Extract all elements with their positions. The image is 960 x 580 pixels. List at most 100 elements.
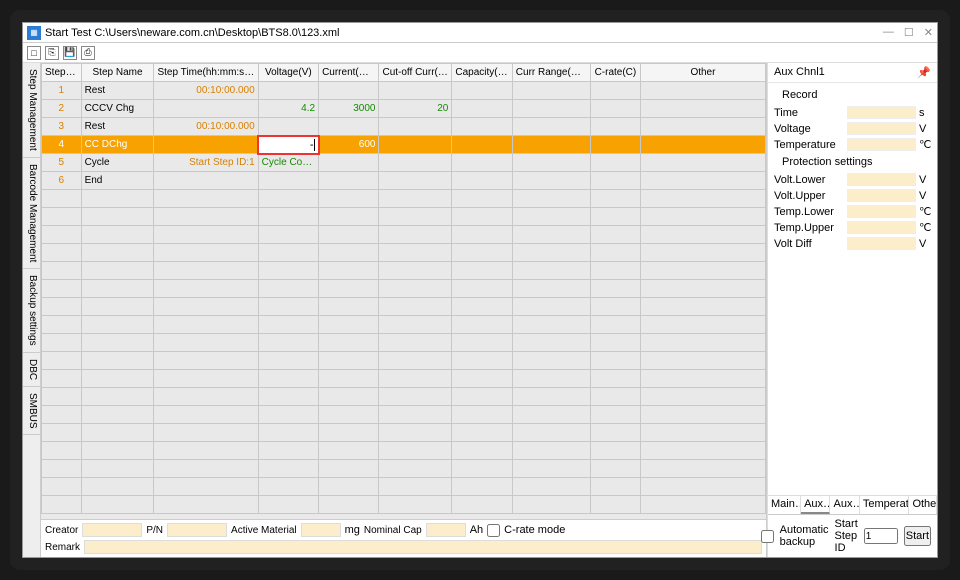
- aux-row: Volt.LowerV: [774, 173, 931, 186]
- aux-tabs: Main…Aux…Aux…Temperat…Other: [768, 495, 937, 514]
- aux-input[interactable]: [847, 221, 916, 234]
- table-row[interactable]: [42, 280, 766, 298]
- table-row[interactable]: [42, 334, 766, 352]
- col-header[interactable]: C-rate(C): [590, 64, 640, 82]
- window-title: Start Test C:\Users\neware.com.cn\Deskto…: [45, 27, 883, 39]
- crate-mode-label: C-rate mode: [504, 524, 565, 536]
- table-row[interactable]: [42, 352, 766, 370]
- side-tab-1[interactable]: Barcode Management: [23, 158, 40, 269]
- side-tab-0[interactable]: Step Management: [23, 63, 40, 158]
- aux-row: Volt DiffV: [774, 237, 931, 250]
- pn-input[interactable]: [167, 523, 227, 537]
- table-row[interactable]: [42, 442, 766, 460]
- creator-input[interactable]: [82, 523, 142, 537]
- table-row[interactable]: [42, 316, 766, 334]
- col-header[interactable]: Step ID: [42, 64, 82, 82]
- side-tabs: Step ManagementBarcode ManagementBackup …: [23, 63, 41, 557]
- side-tab-4[interactable]: SMBUS: [23, 387, 40, 436]
- table-row[interactable]: [42, 208, 766, 226]
- save-file-icon[interactable]: 💾: [63, 46, 77, 60]
- table-row[interactable]: [42, 406, 766, 424]
- table-row[interactable]: [42, 262, 766, 280]
- table-row[interactable]: [42, 190, 766, 208]
- table-row[interactable]: 4CC DChg-600: [42, 136, 766, 154]
- ah-unit: Ah: [470, 524, 483, 536]
- start-button[interactable]: Start: [904, 526, 931, 546]
- aux-row: Times: [774, 106, 931, 119]
- aux-heading: Record: [774, 87, 931, 103]
- auto-backup-checkbox[interactable]: [761, 530, 774, 543]
- table-row[interactable]: 1Rest00:10:00.000: [42, 82, 766, 100]
- save-as-icon[interactable]: ⎙: [81, 46, 95, 60]
- table-row[interactable]: [42, 226, 766, 244]
- nominal-cap-input[interactable]: [426, 523, 466, 537]
- col-header[interactable]: Step Time(hh:mm:ss.ms): [154, 64, 258, 82]
- mg-unit: mg: [345, 524, 360, 536]
- aux-row: Temp.Upper℃: [774, 221, 931, 234]
- side-tab-2[interactable]: Backup settings: [23, 269, 40, 353]
- right-footer: Automatic backup Start Step ID Start: [768, 514, 937, 557]
- table-row[interactable]: [42, 298, 766, 316]
- start-step-id-input[interactable]: [864, 528, 898, 544]
- minimize-button[interactable]: —: [883, 26, 894, 39]
- start-step-id-label: Start Step ID: [835, 518, 858, 554]
- creator-label: Creator: [45, 525, 78, 536]
- table-row[interactable]: 5CycleStart Step ID:1Cycle Count:500: [42, 154, 766, 172]
- active-material-label: Active Material: [231, 525, 297, 536]
- table-row[interactable]: [42, 460, 766, 478]
- pin-icon[interactable]: 📌: [917, 66, 931, 79]
- aux-input[interactable]: [847, 189, 916, 202]
- side-tab-3[interactable]: DBC: [23, 353, 40, 387]
- remark-label: Remark: [45, 542, 80, 553]
- aux-tab[interactable]: Aux…: [801, 496, 830, 514]
- remark-input[interactable]: [84, 540, 762, 554]
- aux-input[interactable]: [847, 122, 916, 135]
- table-row[interactable]: [42, 388, 766, 406]
- aux-row: VoltageV: [774, 122, 931, 135]
- auto-backup-label: Automatic backup: [780, 524, 829, 548]
- table-row[interactable]: 2CCCV Chg4.2300020: [42, 100, 766, 118]
- col-header[interactable]: Voltage(V): [258, 64, 318, 82]
- aux-tab[interactable]: Temperat…: [860, 496, 910, 514]
- aux-tab[interactable]: Main…: [768, 496, 801, 514]
- table-row[interactable]: [42, 496, 766, 514]
- aux-input[interactable]: [847, 173, 916, 186]
- step-grid[interactable]: Step IDStep NameStep Time(hh:mm:ss.ms)Vo…: [41, 63, 766, 519]
- table-row[interactable]: 3Rest00:10:00.000: [42, 118, 766, 136]
- crate-mode-checkbox[interactable]: [487, 524, 500, 537]
- aux-row: Volt.UpperV: [774, 189, 931, 202]
- table-row[interactable]: [42, 244, 766, 262]
- aux-row: Temp.Lower℃: [774, 205, 931, 218]
- aux-title: Aux Chnl1: [774, 66, 825, 79]
- table-row[interactable]: [42, 478, 766, 496]
- aux-input[interactable]: [847, 205, 916, 218]
- aux-panel: Aux Chnl1 📌 Record Times VoltageV Temperatu…: [767, 63, 937, 557]
- aux-input[interactable]: [847, 237, 916, 250]
- titlebar: ▦ Start Test C:\Users\neware.com.cn\Desk…: [23, 23, 937, 43]
- app-window: ▦ Start Test C:\Users\neware.com.cn\Desk…: [22, 22, 938, 558]
- col-header[interactable]: Cut-off Curr(mA): [379, 64, 452, 82]
- col-header[interactable]: Current(mA): [319, 64, 379, 82]
- col-header[interactable]: Step Name: [81, 64, 154, 82]
- table-row[interactable]: [42, 370, 766, 388]
- maximize-button[interactable]: ☐: [904, 26, 914, 39]
- toolbar: □ ⎘ 💾 ⎙: [23, 43, 937, 63]
- pn-label: P/N: [146, 525, 163, 536]
- col-header[interactable]: Curr Range(mA): [512, 64, 590, 82]
- bottom-form: Creator P/N Active Material mg Nominal C…: [41, 519, 766, 557]
- open-file-icon[interactable]: ⎘: [45, 46, 59, 60]
- table-row[interactable]: [42, 424, 766, 442]
- app-icon: ▦: [27, 26, 41, 40]
- aux-input[interactable]: [847, 106, 916, 119]
- table-row[interactable]: 6End: [42, 172, 766, 190]
- aux-tab[interactable]: Aux…: [830, 496, 859, 514]
- col-header[interactable]: Other: [640, 64, 765, 82]
- new-file-icon[interactable]: □: [27, 46, 41, 60]
- aux-row: Temperature℃: [774, 138, 931, 151]
- close-button[interactable]: ✕: [924, 26, 933, 39]
- active-material-input[interactable]: [301, 523, 341, 537]
- aux-input[interactable]: [847, 138, 916, 151]
- aux-tab[interactable]: Other: [909, 496, 937, 514]
- col-header[interactable]: Capacity(Ah): [452, 64, 512, 82]
- nominal-cap-label: Nominal Cap: [364, 525, 422, 536]
